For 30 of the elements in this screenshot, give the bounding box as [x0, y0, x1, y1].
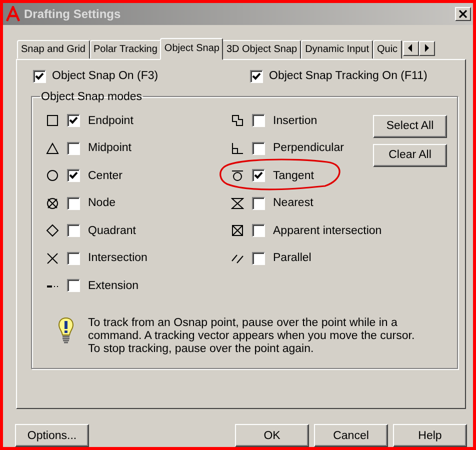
- hint-text: To track from an Osnap point, pause over the point while in a command. A tracking vector appears when you move the cursor. To stop tracking, pause over the point again.: [88, 317, 415, 356]
- checkbox-label: Object Snap On (F3): [52, 70, 158, 82]
- checkbox-label: Insertion: [273, 114, 318, 127]
- dialog-button[interactable]: Options...: [15, 424, 89, 447]
- tab[interactable]: Snap and Grid: [17, 40, 90, 59]
- tab[interactable]: Object Snap: [160, 38, 224, 60]
- checkbox-label: Nearest: [273, 197, 314, 210]
- checkbox-label: Tangent: [273, 170, 314, 182]
- window-title: Drafting Settings: [24, 6, 122, 21]
- group-button[interactable]: Select All: [373, 114, 447, 138]
- checkbox-label: Object Snap Tracking On (F11): [269, 70, 428, 82]
- group-title: Object Snap modes: [40, 90, 144, 103]
- checkbox-label: Center: [88, 170, 123, 182]
- checkbox-label: Intersection: [88, 252, 148, 264]
- checkbox-label: Node: [88, 197, 116, 210]
- tab[interactable]: Quic: [373, 40, 402, 59]
- checkbox-label: Quadrant: [88, 224, 136, 237]
- tab[interactable]: Dynamic Input: [301, 40, 373, 59]
- checkbox-label: Apparent intersection: [273, 224, 382, 237]
- dialog-button[interactable]: Help: [393, 424, 467, 447]
- dialog-button[interactable]: OK: [235, 424, 309, 447]
- dialog-button[interactable]: Cancel: [314, 424, 388, 447]
- checkbox-label: Parallel: [273, 252, 312, 264]
- checkbox-label: Midpoint: [88, 142, 132, 154]
- group-button[interactable]: Clear All: [373, 144, 447, 167]
- tab[interactable]: Polar Tracking: [90, 40, 162, 59]
- tab[interactable]: 3D Object Snap: [222, 40, 302, 59]
- checkbox-label: Endpoint: [88, 114, 134, 127]
- checkbox-label: Perpendicular: [273, 142, 344, 154]
- checkbox-label: Extension: [88, 280, 139, 292]
